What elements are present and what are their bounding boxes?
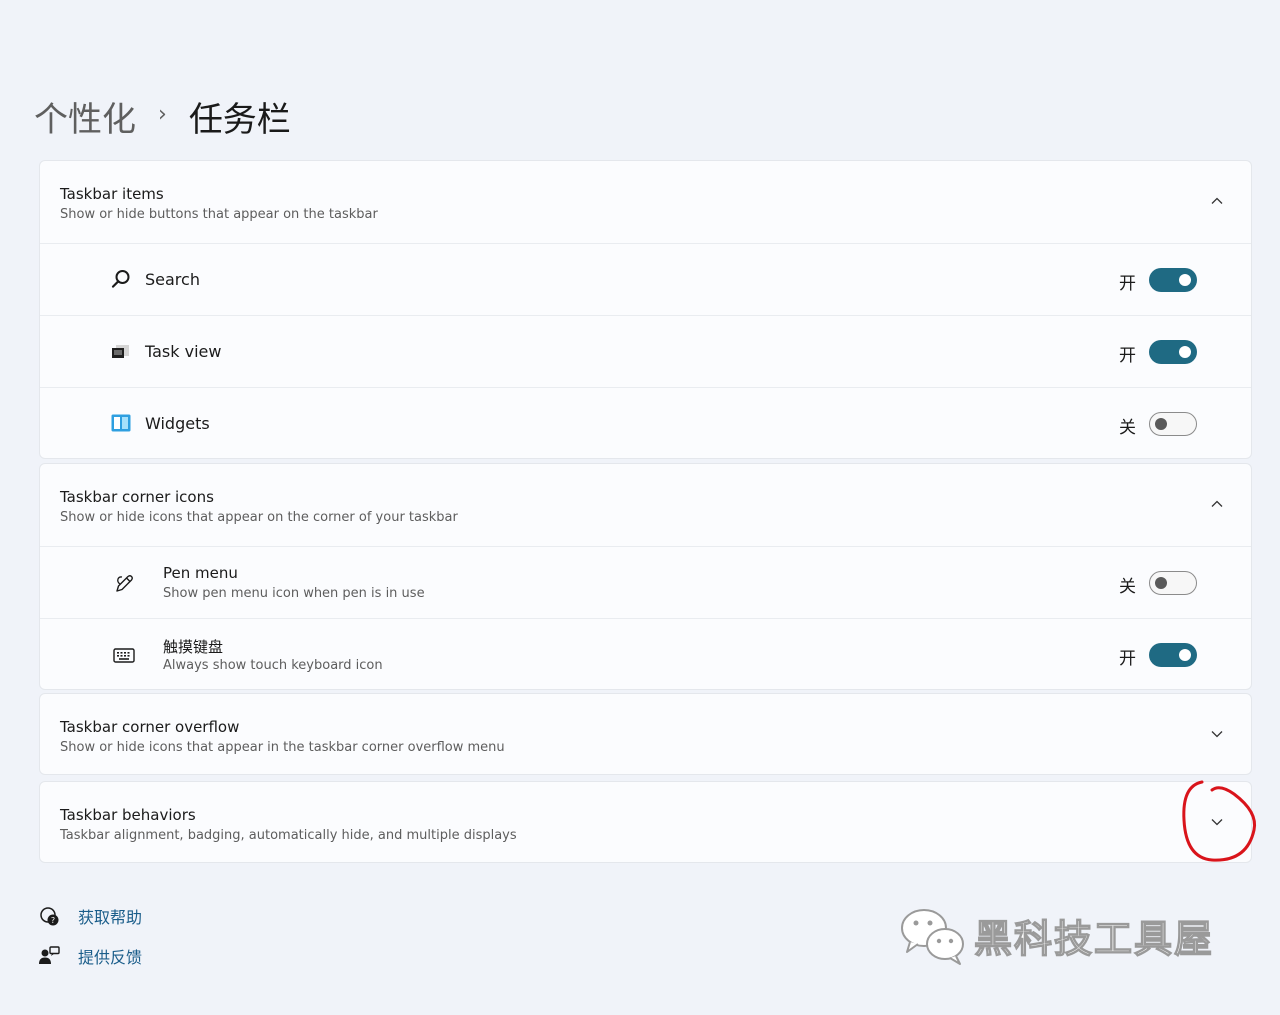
toggle-state-label: 开: [1119, 274, 1136, 294]
section-subtitle: Show or hide icons that appear in the ta…: [60, 740, 505, 755]
toggle-state-label: 开: [1119, 649, 1136, 669]
help-icon: ?: [38, 905, 60, 927]
section-title: Taskbar corner icons: [60, 488, 214, 506]
setting-row-widgets: Widgets 关: [40, 387, 1251, 459]
feedback-icon: [38, 945, 60, 967]
chevron-down-icon[interactable]: [1209, 814, 1225, 830]
toggle-state-label: 关: [1119, 577, 1136, 597]
row-label: Widgets: [145, 414, 210, 433]
search-icon: [110, 268, 132, 290]
breadcrumb: 个性化 › 任务栏: [34, 92, 291, 140]
section-subtitle: Taskbar alignment, badging, automaticall…: [60, 828, 517, 843]
corner-icons-header[interactable]: Taskbar corner icons Show or hide icons …: [40, 464, 1251, 546]
watermark: 黑科技工具屋: [898, 904, 1214, 966]
chevron-up-icon[interactable]: [1209, 496, 1225, 512]
svg-text:?: ?: [51, 916, 55, 925]
row-label: 触摸键盘: [163, 638, 224, 656]
row-label: Task view: [145, 342, 222, 361]
give-feedback-link[interactable]: 提供反馈: [38, 942, 142, 970]
search-toggle[interactable]: [1149, 268, 1197, 292]
taskbar-items-header[interactable]: Taskbar items Show or hide buttons that …: [40, 161, 1251, 243]
pen-icon: [113, 572, 135, 594]
page-title: 任务栏: [188, 99, 291, 140]
task-view-toggle[interactable]: [1149, 340, 1197, 364]
row-label: Pen menu: [163, 564, 238, 582]
setting-row-touch-keyboard: 触摸键盘 Always show touch keyboard icon 开: [40, 618, 1251, 690]
behaviors-header[interactable]: Taskbar behaviors Taskbar alignment, bad…: [40, 782, 1251, 864]
keyboard-icon: [113, 644, 135, 666]
section-subtitle: Show or hide icons that appear on the co…: [60, 510, 458, 525]
get-help-link[interactable]: ? 获取帮助: [38, 902, 142, 930]
get-help-text[interactable]: 获取帮助: [78, 904, 142, 928]
settings-page: 个性化 › 任务栏 Taskbar items Show or hide but…: [0, 0, 1280, 1015]
chevron-up-icon[interactable]: [1209, 193, 1225, 209]
corner-overflow-header[interactable]: Taskbar corner overflow Show or hide ico…: [40, 694, 1251, 776]
corner-icons-card: Taskbar corner icons Show or hide icons …: [39, 463, 1252, 690]
setting-row-search: Search 开: [40, 243, 1251, 315]
breadcrumb-parent[interactable]: 个性化: [34, 92, 136, 141]
section-subtitle: Show or hide buttons that appear on the …: [60, 207, 378, 222]
section-title: Taskbar behaviors: [60, 806, 196, 824]
taskbar-items-card: Taskbar items Show or hide buttons that …: [39, 160, 1252, 459]
breadcrumb-separator: ›: [158, 101, 167, 127]
widgets-icon: [110, 412, 132, 434]
give-feedback-text[interactable]: 提供反馈: [78, 944, 142, 968]
behaviors-card: Taskbar behaviors Taskbar alignment, bad…: [39, 781, 1252, 863]
section-title: Taskbar corner overflow: [60, 718, 240, 736]
pen-menu-toggle[interactable]: [1149, 571, 1197, 595]
chevron-down-icon[interactable]: [1209, 726, 1225, 742]
toggle-state-label: 开: [1119, 346, 1136, 366]
touch-keyboard-toggle[interactable]: [1149, 643, 1197, 667]
toggle-state-label: 关: [1119, 418, 1136, 438]
wechat-icon: [898, 904, 968, 966]
row-label: Search: [145, 270, 200, 289]
corner-overflow-card: Taskbar corner overflow Show or hide ico…: [39, 693, 1252, 775]
row-description: Always show touch keyboard icon: [163, 658, 383, 673]
setting-row-task-view: Task view 开: [40, 315, 1251, 387]
widgets-toggle[interactable]: [1149, 412, 1197, 436]
section-title: Taskbar items: [60, 185, 164, 203]
task-view-icon: [110, 340, 132, 362]
row-description: Show pen menu icon when pen is in use: [163, 586, 425, 601]
watermark-text: 黑科技工具屋: [973, 916, 1215, 961]
setting-row-pen-menu: Pen menu Show pen menu icon when pen is …: [40, 546, 1251, 618]
